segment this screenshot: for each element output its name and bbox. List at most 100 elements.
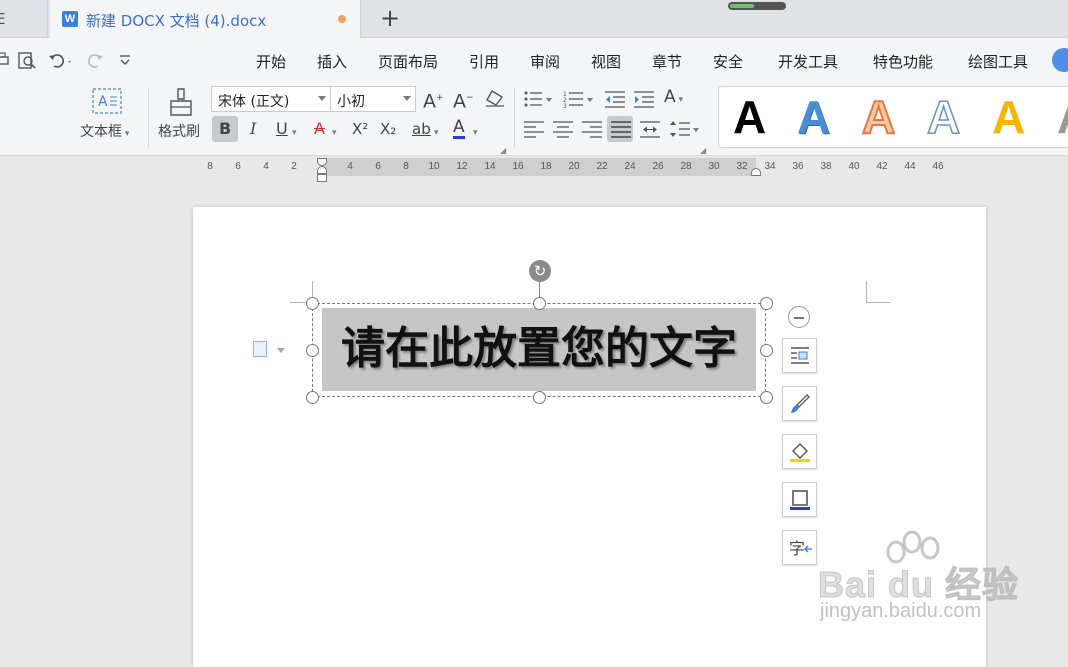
chevron-down-icon[interactable] — [277, 348, 285, 353]
menu-special-features[interactable]: 特色功能 — [873, 51, 933, 72]
decrease-indent-icon[interactable] — [605, 90, 625, 112]
tab-previous-document[interactable]: E — [0, 0, 48, 38]
textbox-button[interactable]: 文本框 ▾ — [80, 123, 129, 143]
ruler-tick-label: 44 — [904, 161, 916, 172]
ruler-tick-label: 46 — [932, 161, 944, 172]
menu-developer-tools[interactable]: 开发工具 — [778, 51, 838, 72]
menu-review[interactable]: 审阅 — [530, 51, 560, 72]
account-avatar[interactable] — [1052, 48, 1068, 72]
ruler-tick-label: 10 — [428, 161, 440, 172]
fill-bucket-icon — [790, 443, 810, 462]
ruler-tick-label: 32 — [736, 161, 748, 172]
resize-handle-top-left[interactable] — [305, 296, 319, 310]
bold-label: B — [219, 119, 232, 138]
ruler-tick-label: 6 — [235, 161, 241, 172]
paragraph-layout-icon[interactable] — [253, 341, 267, 357]
menu-references[interactable]: 引用 — [469, 51, 499, 72]
decrease-font-size-icon[interactable]: A− — [453, 89, 474, 111]
strike-dropdown-icon[interactable]: ▾ — [332, 124, 337, 142]
align-center-icon[interactable] — [553, 120, 573, 142]
margin-corner-mark — [866, 281, 867, 303]
menu-start[interactable]: 开始 — [256, 51, 286, 72]
print-icon[interactable] — [0, 52, 10, 72]
art-style-orange-outline[interactable]: A — [861, 90, 896, 144]
resize-handle-right[interactable] — [759, 343, 773, 357]
ruler-tick-label: 28 — [680, 161, 692, 172]
font-name-select[interactable]: 宋体 (正文) — [211, 86, 331, 112]
resize-handle-top[interactable] — [532, 296, 546, 310]
menu-page-layout[interactable]: 页面布局 — [378, 51, 438, 72]
collapse-toolbar-icon[interactable] — [788, 306, 810, 328]
shape-style-button[interactable] — [782, 386, 817, 421]
shape-fill-button[interactable] — [782, 434, 817, 469]
resize-handle-bottom[interactable] — [532, 390, 546, 404]
art-style-black[interactable]: A — [733, 91, 766, 143]
unsaved-dot-icon — [338, 15, 346, 23]
ruler-tick-label: 40 — [848, 161, 860, 172]
text-wrap-button[interactable]: 字 — [782, 530, 817, 565]
resize-handle-left[interactable] — [305, 343, 319, 357]
textbox-content[interactable]: 请在此放置您的文字 — [322, 318, 756, 380]
art-style-gold[interactable]: A — [992, 91, 1025, 143]
art-style-blue[interactable]: A — [797, 91, 830, 143]
align-right-icon[interactable] — [582, 120, 602, 142]
ruler-tick-label: 4 — [347, 161, 353, 172]
clear-formatting-icon[interactable] — [484, 89, 506, 111]
text-art-styles-gallery: A A A A A A — [718, 86, 1068, 148]
font-size-select[interactable]: 小初 — [330, 86, 416, 112]
textbox-icon[interactable]: A — [92, 88, 122, 118]
rotate-handle-icon[interactable]: ↻ — [529, 260, 551, 282]
underline-dropdown-icon[interactable]: ▾ — [292, 124, 297, 142]
increase-font-size-icon[interactable]: A+ — [423, 89, 444, 111]
highlight-dropdown-icon[interactable]: ▾ — [434, 124, 439, 142]
ruler-tick-label: 34 — [764, 161, 776, 172]
customize-quick-access-icon[interactable] — [118, 52, 132, 71]
bullets-icon[interactable] — [524, 90, 554, 112]
textbox-label: 文本框 — [80, 124, 122, 140]
subscript-button[interactable]: X₂ — [380, 120, 396, 138]
numbering-icon[interactable]: 123 — [563, 90, 595, 112]
resize-handle-bottom-right[interactable] — [759, 390, 773, 404]
line-spacing-icon[interactable] — [670, 120, 700, 142]
redo-icon[interactable] — [86, 52, 104, 74]
menu-view[interactable]: 视图 — [591, 51, 621, 72]
right-indent-marker[interactable] — [751, 168, 761, 176]
font-color-dropdown-icon[interactable]: ▾ — [473, 124, 478, 142]
highlight-button[interactable]: ab — [412, 120, 431, 138]
print-preview-icon[interactable] — [18, 52, 38, 74]
brush-icon — [791, 394, 810, 413]
layout-options-icon — [791, 347, 809, 364]
align-left-icon[interactable] — [524, 120, 544, 142]
new-tab-button[interactable]: + — [380, 6, 400, 30]
art-style-gray[interactable]: A — [1057, 91, 1068, 143]
tab-active-document[interactable]: W 新建 DOCX 文档 (4).docx — [50, 0, 361, 39]
ruler-tick-label: 36 — [792, 161, 804, 172]
art-style-blue-outline[interactable]: A — [926, 90, 961, 144]
undo-icon[interactable] — [48, 52, 74, 74]
superscript-button[interactable]: X² — [352, 120, 368, 138]
layout-options-button[interactable] — [782, 338, 817, 373]
format-painter-button[interactable]: 格式刷 — [158, 123, 200, 141]
distributed-align-icon[interactable] — [640, 120, 660, 142]
format-painter-icon[interactable] — [168, 87, 194, 121]
increase-indent-icon[interactable] — [634, 90, 654, 112]
menu-insert[interactable]: 插入 — [317, 51, 347, 72]
strikethrough-button[interactable]: A — [314, 120, 325, 138]
resize-handle-top-right[interactable] — [759, 296, 773, 310]
menu-security[interactable]: 安全 — [713, 51, 743, 72]
ruler-tick-label: 8 — [403, 161, 409, 172]
menu-row: 开始 插入 页面布局 引用 审阅 视图 章节 安全 开发工具 特色功能 绘图工具 — [0, 38, 1068, 82]
ruler-tick-label: 22 — [596, 161, 608, 172]
load-progress-fill — [730, 4, 754, 8]
font-color-button[interactable]: A — [453, 118, 465, 139]
shape-outline-button[interactable] — [782, 482, 817, 517]
menu-sections[interactable]: 章节 — [652, 51, 682, 72]
underline-button[interactable]: U — [276, 120, 288, 138]
ruler-tick-label: 38 — [820, 161, 832, 172]
text-direction-icon[interactable]: A ▾ — [664, 88, 683, 109]
left-indent-marker[interactable] — [317, 174, 327, 182]
menu-drawing-tools[interactable]: 绘图工具 — [968, 51, 1028, 72]
hanging-indent-marker[interactable] — [317, 166, 327, 174]
resize-handle-bottom-left[interactable] — [305, 390, 319, 404]
italic-button[interactable]: I — [250, 120, 256, 138]
